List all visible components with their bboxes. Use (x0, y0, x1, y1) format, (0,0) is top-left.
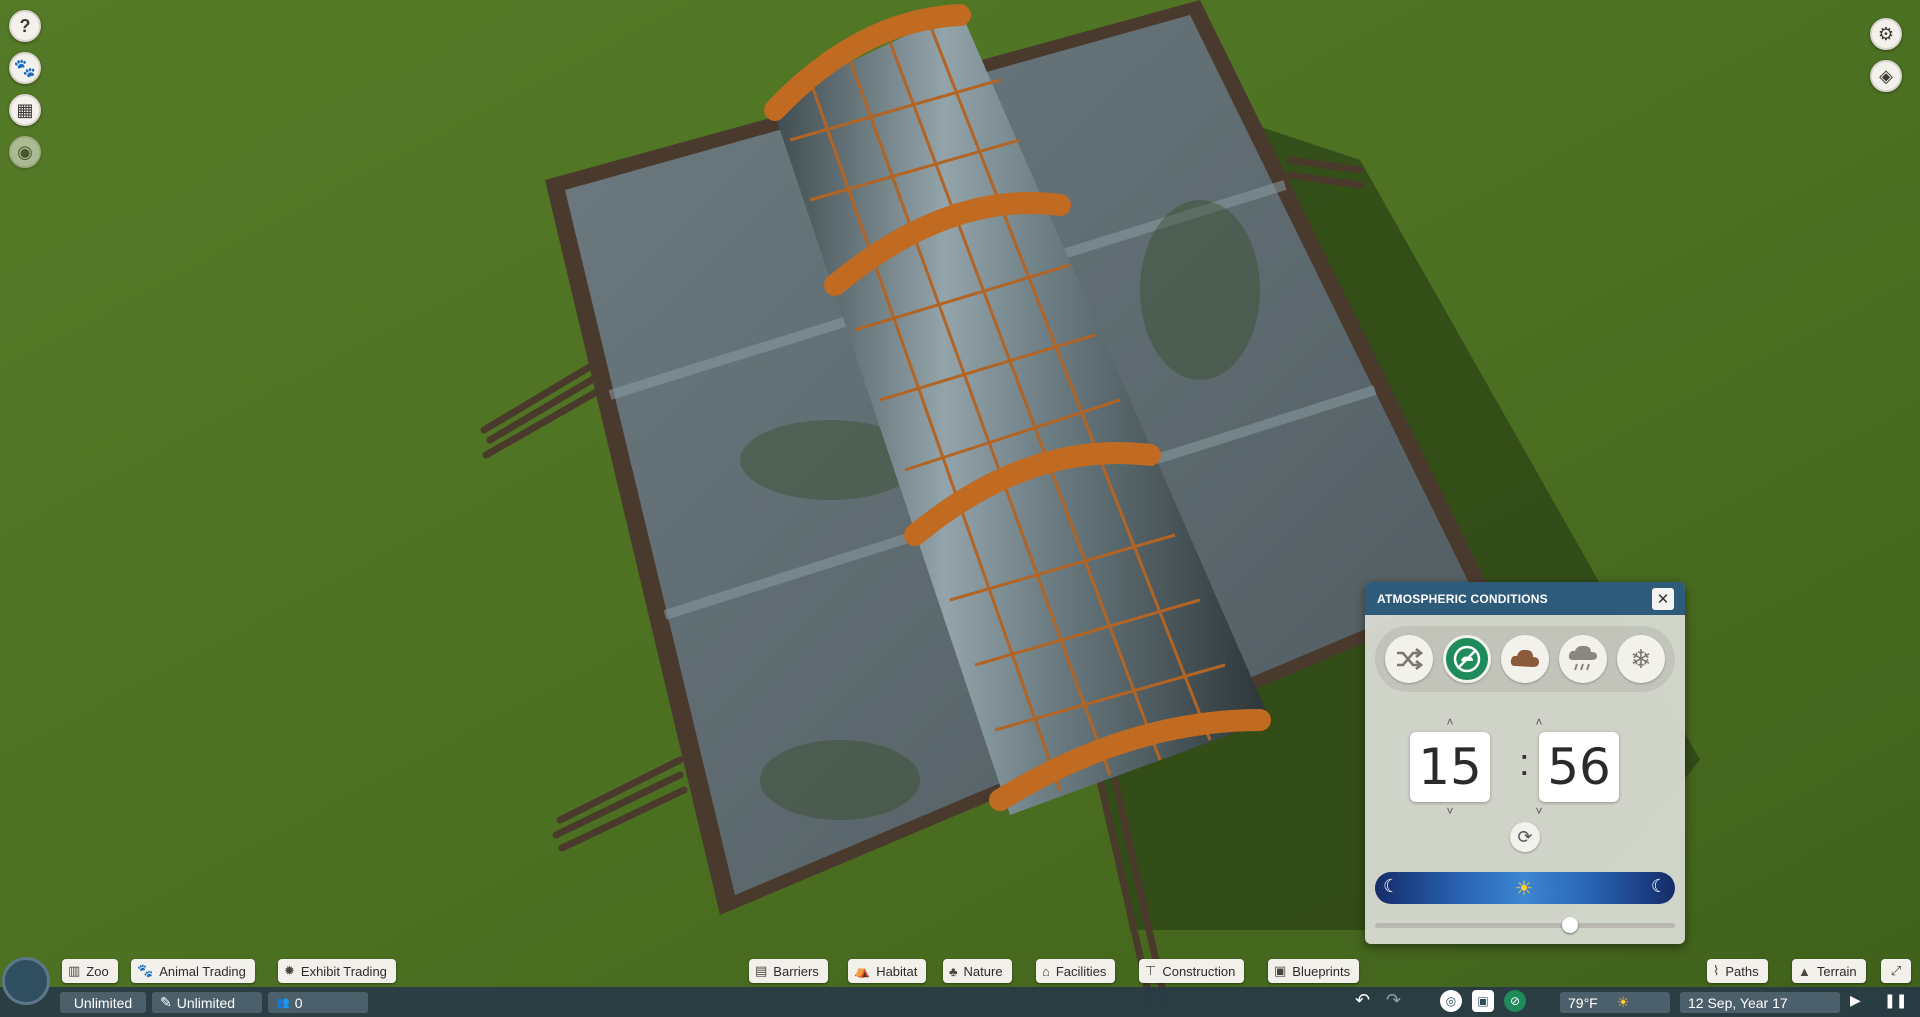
animal-icon[interactable]: 🐾 (9, 52, 41, 84)
blueprints-button[interactable]: ▣ Blueprints (1268, 959, 1360, 983)
barriers-label: Barriers (773, 963, 819, 979)
habitat-icon: ⛺ (854, 963, 871, 978)
rain-icon (1568, 645, 1597, 671)
zoo-icon: ▥ (68, 963, 81, 978)
money-display[interactable]: Unlimited (60, 992, 146, 1013)
blueprints-icon: ▣ (1274, 963, 1287, 978)
sun-icon: ☀ (1515, 878, 1533, 900)
left-toolbar: ? 🐾 ▦ ◉ (9, 10, 41, 168)
construction-icon: ⊤ (1145, 963, 1157, 978)
paths-icon: ⌇ (1713, 963, 1720, 978)
camera-icon[interactable]: ◈ (1870, 60, 1902, 92)
habitat-label: Habitat (876, 963, 918, 979)
shuffle-icon (1397, 647, 1423, 671)
moon-icon: ☾ (1383, 876, 1400, 896)
close-button[interactable]: ✕ (1652, 588, 1674, 610)
temperature-value: 79°F (1568, 994, 1598, 1011)
nature-label: Nature (963, 963, 1003, 979)
hour-display[interactable]: 15 (1410, 732, 1490, 802)
minute-display[interactable]: 56 (1539, 732, 1619, 802)
animal-trading-button[interactable]: 🐾 Animal Trading (131, 959, 255, 983)
construction-label: Construction (1162, 963, 1236, 979)
exhibit-icon: ✹ (284, 963, 295, 978)
weather-off-button[interactable] (1443, 635, 1491, 683)
settings-icon[interactable]: ⚙ (1870, 18, 1902, 50)
status-row: Unlimited ✎ Unlimited 👥 0 ★★★★★ ☹ ↶ ↷ ◎ … (0, 987, 1920, 1017)
blueprints-label: Blueprints (1292, 963, 1351, 979)
hour-down-button[interactable]: ˅ (1440, 804, 1460, 818)
right-toolbar: ⚙ ◈ (1870, 18, 1902, 92)
snowflake-icon: ❄ (1630, 643, 1652, 674)
guests-icon: 👥 (276, 997, 290, 1009)
time-slider[interactable] (1375, 917, 1675, 933)
expand-button[interactable]: ⤢ (1881, 959, 1911, 983)
rain-button[interactable] (1559, 635, 1607, 683)
habitat-button[interactable]: ⛺ Habitat (848, 959, 927, 983)
barriers-icon: ▤ (755, 963, 768, 978)
sun-cloud-off-icon (1453, 645, 1481, 673)
research-display[interactable]: ✎ Unlimited (152, 992, 262, 1013)
build-menu-row: ▥ Zoo 🐾 Animal Trading ✹ Exhibit Trading… (0, 955, 1920, 987)
time-separator: : (1519, 742, 1530, 784)
atmospheric-conditions-panel: ATMOSPHERIC CONDITIONS ✕ ❄ ˄ ˄ 15: 56 ˅… (1365, 582, 1685, 944)
guests-display[interactable]: 👥 0 (268, 992, 368, 1013)
guests-value: 0 (294, 994, 303, 1011)
facilities-icon: ⌂ (1042, 963, 1050, 979)
facilities-button[interactable]: ⌂ Facilities (1036, 959, 1116, 983)
play-icon[interactable]: ▶ (1850, 992, 1861, 1009)
animal-trading-label: Animal Trading (159, 963, 246, 979)
temperature-display[interactable]: 79°F ☀ (1560, 992, 1670, 1013)
paths-button[interactable]: ⌇ Paths (1707, 959, 1768, 983)
paths-label: Paths (1725, 963, 1759, 979)
weather-options: ❄ (1375, 626, 1675, 692)
sun-icon: ☀ (1616, 994, 1630, 1010)
reset-time-button[interactable]: ⟳ (1510, 822, 1540, 852)
redo-icon[interactable]: ↷ (1386, 990, 1401, 1011)
date-display[interactable]: 12 Sep, Year 17 (1680, 992, 1840, 1013)
photo-mode-icon[interactable]: ▣ (1472, 990, 1494, 1012)
expand-icon: ⤢ (1890, 963, 1902, 978)
main-menu-button[interactable] (2, 957, 50, 1005)
random-weather-button[interactable] (1385, 635, 1433, 683)
refresh-icon: ⟳ (1517, 826, 1533, 847)
bottom-bar: ▥ Zoo 🐾 Animal Trading ✹ Exhibit Trading… (0, 955, 1920, 1017)
help-icon[interactable]: ? (9, 10, 41, 42)
minute-down-button[interactable]: ˅ (1529, 804, 1549, 818)
paw-icon: 🐾 (137, 963, 154, 978)
day-cycle-bar: ☾ ☀ ☾ (1375, 872, 1675, 904)
calendar-icon[interactable]: ▦ (9, 94, 41, 126)
money-value: Unlimited (73, 994, 133, 1011)
exhibit-trading-label: Exhibit Trading (300, 963, 387, 979)
panel-title: ATMOSPHERIC CONDITIONS (1365, 582, 1685, 615)
undo-icon[interactable]: ↶ (1355, 990, 1370, 1011)
snow-button[interactable]: ❄ (1617, 635, 1665, 683)
zoo-button[interactable]: ▥ Zoo (62, 959, 118, 983)
visibility-icon[interactable]: ◉ (9, 136, 41, 168)
camera-mode-icon[interactable]: ◎ (1440, 990, 1462, 1012)
construction-button[interactable]: ⊤ Construction (1139, 959, 1245, 983)
nature-button[interactable]: ♣ Nature (943, 959, 1012, 983)
exhibit-trading-button[interactable]: ✹ Exhibit Trading (278, 959, 396, 983)
zoo-label: Zoo (86, 963, 109, 979)
weather-status-icon[interactable]: ⊘ (1504, 990, 1526, 1012)
pause-icon[interactable]: ❚❚ (1884, 992, 1907, 1009)
nature-icon: ♣ (949, 963, 958, 979)
cloud-icon (1510, 649, 1539, 667)
hour-up-button[interactable]: ˄ (1440, 715, 1460, 729)
moon-icon: ☾ (1650, 876, 1667, 896)
terrain-button[interactable]: ▲ Terrain (1792, 959, 1866, 983)
cloudy-button[interactable] (1501, 635, 1549, 683)
research-icon: ✎ (160, 994, 172, 1010)
terrain-icon: ▲ (1798, 963, 1811, 979)
barriers-button[interactable]: ▤ Barriers (749, 959, 828, 983)
terrain-label: Terrain (1816, 963, 1857, 979)
facilities-label: Facilities (1055, 963, 1107, 979)
research-value: Unlimited (176, 994, 236, 1011)
time-slider-thumb[interactable] (1562, 917, 1579, 933)
date-value: 12 Sep, Year 17 (1688, 994, 1788, 1011)
minute-up-button[interactable]: ˄ (1529, 715, 1549, 729)
